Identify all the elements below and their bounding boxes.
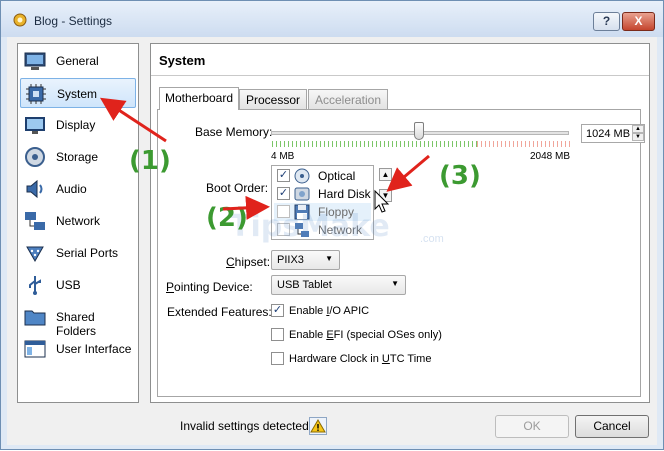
mouse-cursor-icon <box>374 189 390 213</box>
settings-dialog: Blog - Settings ? X General System Displ… <box>0 0 664 450</box>
arrow-to-move-down <box>386 154 430 192</box>
annotation-arrows <box>99 97 430 220</box>
arrow-to-floppy <box>222 195 270 220</box>
arrow-to-system <box>99 97 167 143</box>
tab-motherboard[interactable]: Motherboard <box>159 87 239 110</box>
